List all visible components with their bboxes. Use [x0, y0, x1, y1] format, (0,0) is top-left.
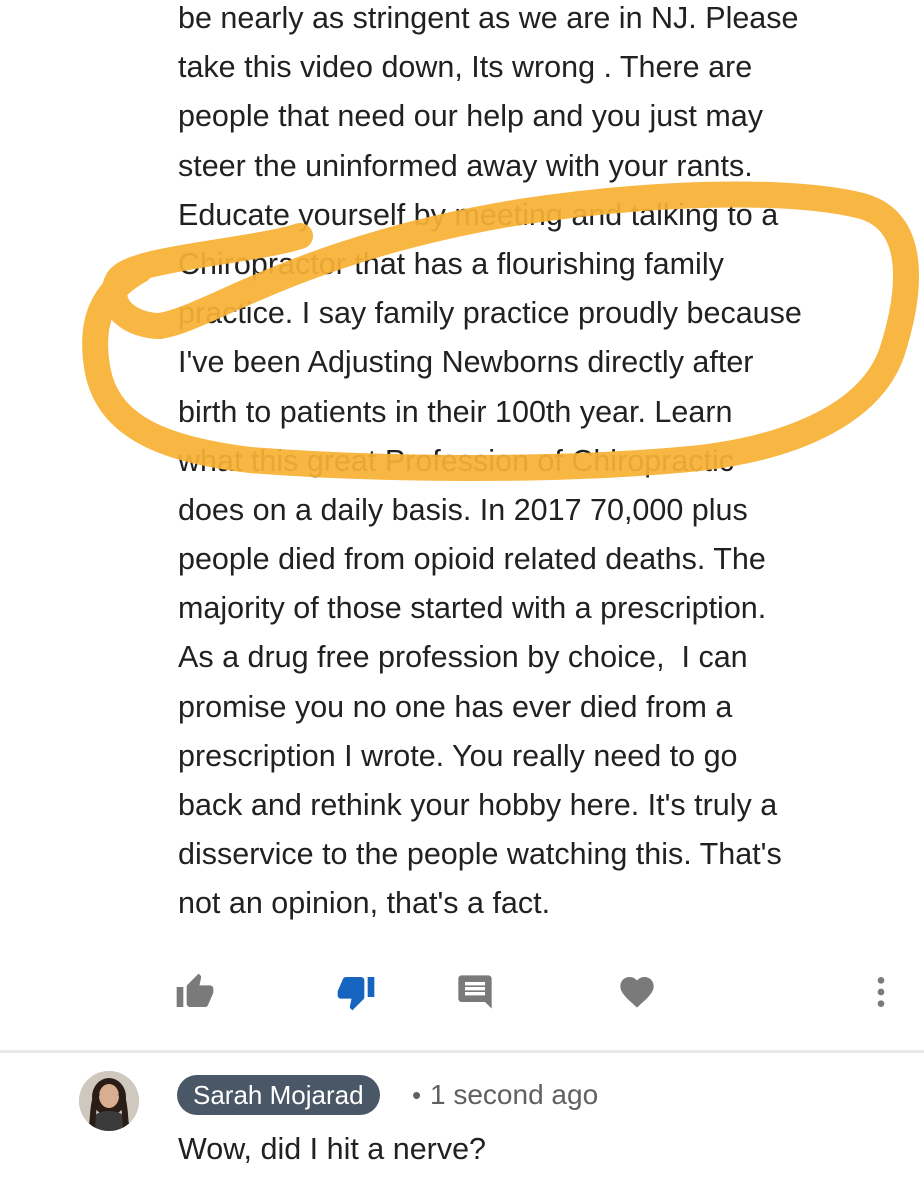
comment-line: Chiropractor that has a flourishing fami…	[178, 246, 724, 281]
comment-line: does on a daily basis. In 2017 70,000 pl…	[178, 492, 748, 527]
comment-line: birth to patients in their 100th year. L…	[178, 394, 733, 429]
avatar[interactable]	[79, 1071, 139, 1131]
comment-line: promise you no one has ever died from a	[178, 689, 733, 724]
reply-icon	[458, 975, 492, 1009]
comment-line: not an opinion, that's a fact.	[178, 886, 551, 921]
comment-line: take this video down, Its wrong . There …	[178, 50, 753, 85]
comment-line: what this great Profession of Chiropract…	[178, 443, 735, 478]
profile-photo-icon	[79, 1071, 139, 1131]
reply-body: Wow, did I hit a nerve?	[178, 1132, 486, 1166]
comment-card: be nearly as stringent as we are in NJ. …	[0, 0, 924, 1052]
comment-line: be nearly as stringent as we are in NJ. …	[178, 1, 799, 35]
comment-line: steer the uninformed away with your rant…	[178, 148, 753, 183]
comment-line: prescription I wrote. You really need to…	[178, 738, 738, 773]
dislike-button[interactable]	[332, 968, 380, 1016]
heart-button[interactable]	[613, 968, 661, 1016]
reply-comment: Sarah Mojarad • 1 second ago Wow, did I …	[0, 1053, 924, 1200]
more-vert-icon	[877, 977, 885, 1007]
thumbs-up-icon	[176, 973, 214, 1007]
comment-line: people that need our help and you just m…	[178, 99, 763, 134]
comment-line: As a drug free profession by choice, I c…	[178, 640, 748, 675]
reply-timestamp: 1 second ago	[430, 1079, 599, 1110]
comment-line: majority of those started with a prescri…	[178, 591, 767, 626]
comment-body: be nearly as stringent as we are in NJ. …	[178, 0, 898, 929]
comment-actions-bar	[0, 960, 924, 1030]
thumbs-down-icon	[337, 977, 375, 1011]
author-name-chip[interactable]: Sarah Mojarad	[177, 1075, 380, 1115]
comment-line: disservice to the people watching this. …	[178, 837, 782, 872]
meta-separator: •	[412, 1080, 422, 1110]
comment-line: I've been Adjusting Newborns directly af…	[178, 345, 754, 380]
comment-line: back and rethink your hobby here. It's t…	[178, 788, 778, 822]
more-options-button[interactable]	[857, 968, 905, 1016]
reply-button[interactable]	[451, 968, 499, 1016]
heart-icon	[620, 977, 654, 1008]
comment-line: Educate yourself by meeting and talking …	[178, 197, 779, 232]
like-button[interactable]	[171, 968, 219, 1016]
comment-line: practice. I say family practice proudly …	[178, 296, 802, 331]
comment-line: people died from opioid related deaths. …	[178, 542, 766, 577]
